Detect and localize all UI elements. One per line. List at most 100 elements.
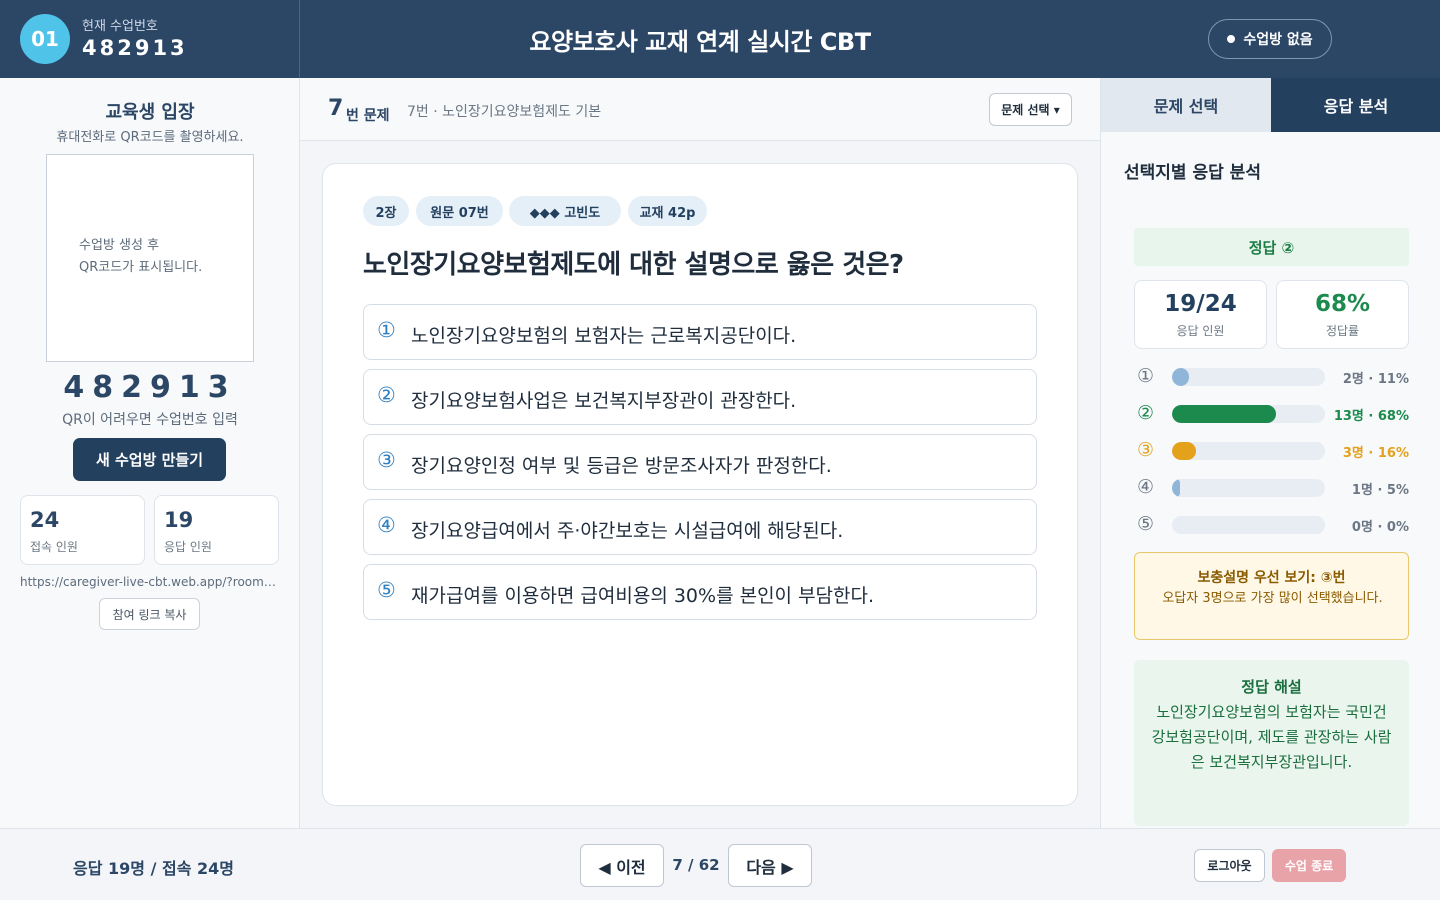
option-number: ① — [377, 318, 396, 342]
supplement-warning: 보충설명 우선 보기: ③번 오답자 3명으로 가장 많이 선택했습니다. — [1134, 552, 1409, 640]
prev-button[interactable]: ◀ 이전 — [580, 844, 664, 887]
answer-option-5[interactable]: ⑤ 재가급여를 이용하면 급여비용의 30%를 본인이 부담한다. — [363, 564, 1037, 620]
connected-count-card: 24 접속 인원 — [20, 495, 145, 565]
dist-fill — [1172, 442, 1196, 460]
room-code-display: 482913 — [63, 370, 237, 405]
correct-rate-card: 68% 정답률 — [1276, 280, 1409, 349]
bottom-bar: 응답 19명 / 접속 24명 ◀ 이전 7 / 62 다음 ▶ 로그아웃 수업… — [0, 828, 1440, 900]
session-caption: 현재 수업번호 — [82, 19, 158, 34]
session-badge: 01 — [20, 14, 70, 64]
correct-rate-value: 68% — [1314, 291, 1371, 317]
question-number: 7 — [328, 96, 344, 121]
dist-fill — [1172, 479, 1180, 497]
distribution-row: ② 13명 · 68% — [1137, 402, 1409, 424]
session-info: 01 현재 수업번호 482913 — [0, 0, 300, 78]
correct-rate-label: 정답률 — [1325, 324, 1360, 338]
answer-option-4[interactable]: ④ 장기요양급여에서 주·야간보호는 시설급여에 해당된다. — [363, 499, 1037, 555]
join-url: https://caregiver-live-cbt.web.app/?room… — [20, 575, 278, 589]
code-hint: QR이 어려우면 수업번호 입력 — [62, 412, 238, 428]
connected-count: 24 — [30, 508, 60, 532]
distribution-row: ① 2명 · 11% — [1137, 365, 1409, 387]
dist-label: 0명 · 0% — [1351, 520, 1409, 535]
option-text: 장기요양보험사업은 보건복지부장관이 관장한다. — [411, 390, 797, 412]
room-status-label: 수업방 없음 — [1243, 32, 1313, 48]
option-text: 장기요양인정 여부 및 등급은 방문조사자가 판정한다. — [411, 455, 832, 477]
student-entry-panel: 교육생 입장 휴대전화로 QR코드를 촬영하세요. 수업방 생성 후 QR코드가… — [0, 78, 300, 828]
responded-count-card: 19 응답 인원 — [154, 495, 279, 565]
qr-placeholder-text: 수업방 생성 후 QR코드가 표시됩니다. — [79, 238, 203, 275]
logout-button[interactable]: 로그아웃 — [1194, 849, 1265, 882]
dist-label: 3명 · 16% — [1342, 446, 1409, 461]
warning-body: 오답자 3명으로 가장 많이 선택했습니다. — [1162, 591, 1383, 606]
question-subtitle: 7번 · 노인장기요양보험제도 기본 — [407, 104, 602, 120]
analysis-panel: 문제 선택 응답 분석 선택지별 응답 분석 정답 ② 19/24 응답 인원 … — [1100, 78, 1440, 828]
option-number: ⑤ — [377, 578, 396, 602]
correct-answer-banner: 정답 ② — [1134, 228, 1409, 266]
dist-fill — [1172, 405, 1276, 423]
app-header: 01 현재 수업번호 482913 요양보호사 교재 연계 실시간 CBT 수업… — [0, 0, 1440, 78]
analysis-title: 선택지별 응답 분석 — [1124, 163, 1261, 183]
explanation-body: 노인장기요양보험의 보험자는 국민건강보험공단이며, 제도를 관장하는 사람은 … — [1151, 703, 1392, 771]
response-count-label: 응답 인원 — [1176, 324, 1225, 338]
option-number: ③ — [377, 448, 396, 472]
dist-label: 1명 · 5% — [1351, 483, 1409, 498]
dist-track — [1172, 368, 1325, 386]
session-code: 482913 — [82, 36, 188, 60]
question-number-suffix: 번 문제 — [346, 108, 390, 124]
dist-track — [1172, 479, 1325, 497]
dist-track — [1172, 405, 1325, 423]
distribution-row: ④ 1명 · 5% — [1137, 476, 1409, 498]
connected-label: 접속 인원 — [30, 540, 78, 554]
distribution-row: ⑤ 0명 · 0% — [1137, 513, 1409, 535]
question-header: 7 번 문제 7번 · 노인장기요양보험제도 기본 문제 선택 ▾ — [300, 78, 1100, 141]
select-question-button[interactable]: 문제 선택 ▾ — [989, 93, 1072, 126]
dist-label: 2명 · 11% — [1342, 372, 1409, 387]
qr-code-box: 수업방 생성 후 QR코드가 표시됩니다. — [46, 154, 254, 362]
option-text: 재가급여를 이용하면 급여비용의 30%를 본인이 부담한다. — [411, 585, 875, 607]
next-button[interactable]: 다음 ▶ — [728, 844, 812, 887]
dist-track — [1172, 442, 1325, 460]
tag-chapter: 2장 — [363, 196, 409, 226]
new-room-button[interactable]: 새 수업방 만들기 — [73, 438, 226, 481]
tag-page: 교재 42p — [628, 196, 707, 226]
dist-label: 13명 · 68% — [1333, 409, 1409, 424]
tag-frequency: ◆◆◆ 고빈도 — [509, 196, 621, 226]
dist-option-number: ① — [1137, 365, 1155, 387]
answer-explanation: 정답 해설 노인장기요양보험의 보험자는 국민건강보험공단이며, 제도를 관장하… — [1134, 660, 1409, 826]
entry-title: 교육생 입장 — [105, 102, 195, 123]
status-dot-icon — [1227, 35, 1236, 43]
question-area: 7 번 문제 7번 · 노인장기요양보험제도 기본 문제 선택 ▾ 2장 원문 … — [300, 78, 1100, 828]
tab-question-select[interactable]: 문제 선택 — [1101, 78, 1271, 132]
answer-option-3[interactable]: ③ 장기요양인정 여부 및 등급은 방문조사자가 판정한다. — [363, 434, 1037, 490]
warning-title: 보충설명 우선 보기: ③번 — [1197, 570, 1346, 586]
entry-subtitle: 휴대전화로 QR코드를 촬영하세요. — [56, 130, 244, 145]
dist-option-number: ④ — [1137, 476, 1155, 498]
answer-option-1[interactable]: ① 노인장기요양보험의 보험자는 근로복지공단이다. — [363, 304, 1037, 360]
responded-count: 19 — [164, 508, 194, 532]
responded-label: 응답 인원 — [164, 540, 212, 554]
copy-link-button[interactable]: 참여 링크 복사 — [99, 598, 200, 630]
response-summary: 응답 19명 / 접속 24명 — [73, 859, 234, 878]
answer-option-2[interactable]: ② 장기요양보험사업은 보건복지부장관이 관장한다. — [363, 369, 1037, 425]
distribution-row: ③ 3명 · 16% — [1137, 439, 1409, 461]
question-card: 2장 원문 07번 ◆◆◆ 고빈도 교재 42p 노인장기요양보험제도에 대한 … — [322, 163, 1078, 806]
dist-track — [1172, 516, 1325, 534]
dist-option-number: ② — [1137, 402, 1155, 424]
dist-option-number: ⑤ — [1137, 513, 1155, 535]
explanation-title: 정답 해설 — [1241, 678, 1302, 696]
option-text: 장기요양급여에서 주·야간보호는 시설급여에 해당된다. — [411, 520, 844, 542]
end-class-button[interactable]: 수업 종료 — [1272, 849, 1346, 882]
page-indicator: 7 / 62 — [672, 856, 720, 874]
option-text: 노인장기요양보험의 보험자는 근로복지공단이다. — [411, 325, 797, 347]
app-title: 요양보호사 교재 연계 실시간 CBT — [529, 28, 871, 56]
tag-original: 원문 07번 — [416, 196, 503, 226]
response-count-card: 19/24 응답 인원 — [1134, 280, 1267, 349]
tab-response-analysis[interactable]: 응답 분석 — [1271, 78, 1440, 132]
response-count-value: 19/24 — [1164, 291, 1237, 317]
dist-fill — [1172, 368, 1189, 386]
question-text: 노인장기요양보험제도에 대한 설명으로 옳은 것은? — [363, 250, 904, 280]
room-status-button[interactable]: 수업방 없음 — [1208, 19, 1332, 59]
dist-option-number: ③ — [1137, 439, 1155, 461]
option-number: ② — [377, 383, 396, 407]
option-number: ④ — [377, 513, 396, 537]
